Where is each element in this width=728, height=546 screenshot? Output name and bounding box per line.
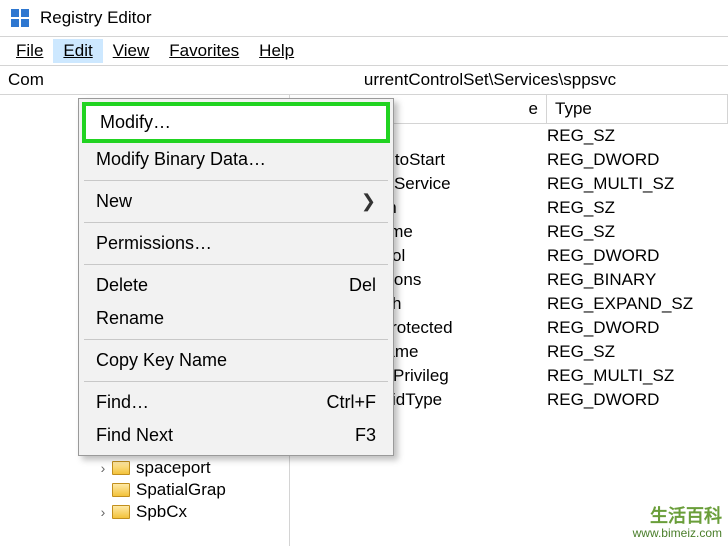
value-type: REG_DWORD xyxy=(547,318,659,338)
chevron-right-icon: ❯ xyxy=(361,191,376,212)
menu-edit[interactable]: Edit xyxy=(53,39,102,63)
menu-modify[interactable]: Modify… xyxy=(86,106,386,139)
highlight-box: Modify… xyxy=(82,102,390,143)
value-type: REG_BINARY xyxy=(547,270,656,290)
chevron-right-icon[interactable]: › xyxy=(96,504,110,520)
folder-icon xyxy=(112,461,130,475)
menu-new[interactable]: New ❯ xyxy=(82,185,390,218)
value-type: REG_SZ xyxy=(547,222,615,242)
menu-find-next[interactable]: Find Next F3 xyxy=(82,419,390,452)
col-type[interactable]: Type xyxy=(547,95,728,123)
chevron-right-icon[interactable]: › xyxy=(96,460,110,476)
separator xyxy=(84,222,388,223)
menu-find[interactable]: Find… Ctrl+F xyxy=(82,386,390,419)
value-type: REG_SZ xyxy=(547,342,615,362)
value-type: REG_DWORD xyxy=(547,246,659,266)
tree-label: SpatialGrap xyxy=(136,480,226,500)
separator xyxy=(84,264,388,265)
separator xyxy=(84,339,388,340)
value-type: REG_DWORD xyxy=(547,150,659,170)
address-label: Com xyxy=(8,70,44,90)
value-type: REG_DWORD xyxy=(547,390,659,410)
menubar: File Edit View Favorites Help xyxy=(0,37,728,65)
value-type: REG_MULTI_SZ xyxy=(547,174,674,194)
tree-item[interactable]: › SpbCx xyxy=(0,501,289,523)
addressbar[interactable]: Com urrentControlSet\Services\sppsvc xyxy=(0,65,728,95)
menu-modify-binary[interactable]: Modify Binary Data… xyxy=(82,143,390,176)
titlebar: Registry Editor xyxy=(0,0,728,37)
folder-icon xyxy=(112,505,130,519)
tree-item[interactable]: SpatialGrap xyxy=(0,479,289,501)
address-path: urrentControlSet\Services\sppsvc xyxy=(364,70,616,90)
menu-favorites[interactable]: Favorites xyxy=(159,39,249,63)
tree-label: spaceport xyxy=(136,458,211,478)
menu-copy-key[interactable]: Copy Key Name xyxy=(82,344,390,377)
menu-file[interactable]: File xyxy=(6,39,53,63)
folder-icon xyxy=(112,483,130,497)
menu-permissions[interactable]: Permissions… xyxy=(82,227,390,260)
value-type: REG_SZ xyxy=(547,126,615,146)
separator xyxy=(84,180,388,181)
edit-dropdown: Modify… Modify Binary Data… New ❯ Permis… xyxy=(78,98,394,456)
tree-item[interactable]: › spaceport xyxy=(0,457,289,479)
value-type: REG_EXPAND_SZ xyxy=(547,294,693,314)
value-type: REG_SZ xyxy=(547,198,615,218)
value-type: REG_MULTI_SZ xyxy=(547,366,674,386)
menu-view[interactable]: View xyxy=(103,39,160,63)
app-title: Registry Editor xyxy=(40,8,151,28)
menu-help[interactable]: Help xyxy=(249,39,304,63)
menu-rename[interactable]: Rename xyxy=(82,302,390,335)
separator xyxy=(84,381,388,382)
regedit-icon xyxy=(10,8,30,28)
menu-delete[interactable]: Delete Del xyxy=(82,269,390,302)
tree-label: SpbCx xyxy=(136,502,187,522)
